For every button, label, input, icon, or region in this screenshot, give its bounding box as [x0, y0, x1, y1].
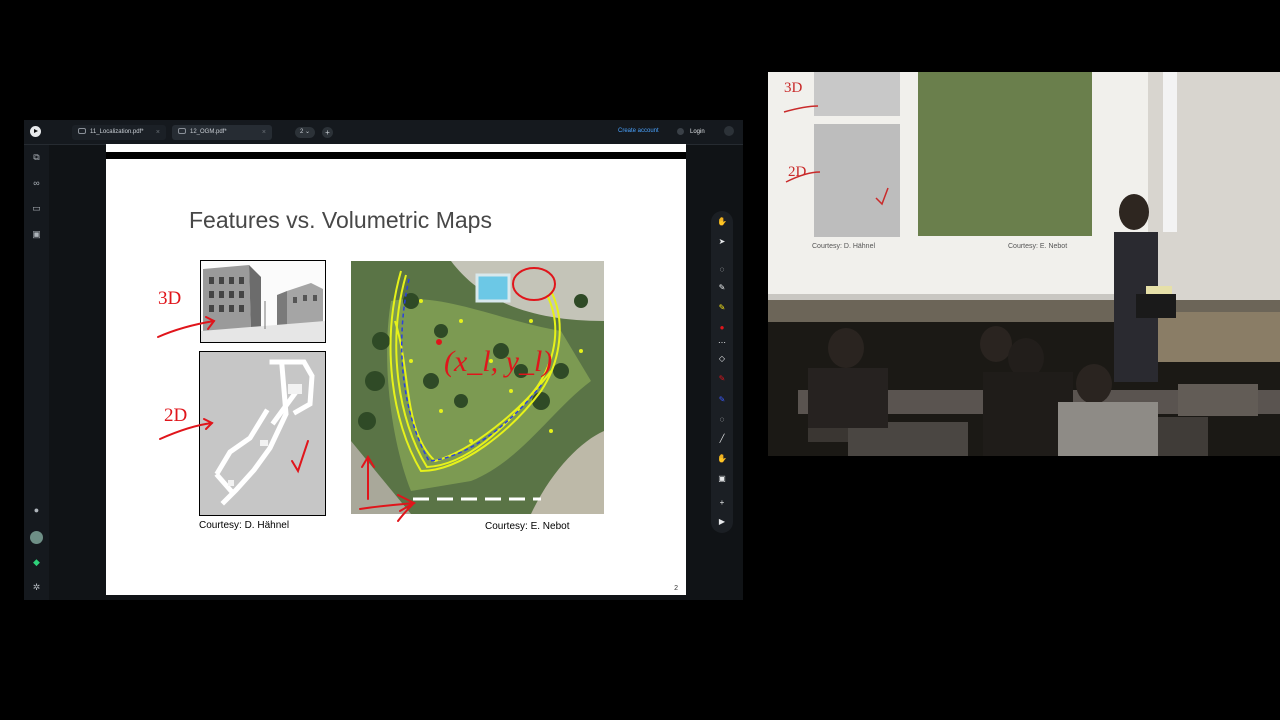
- fullscreen-icon[interactable]: [724, 126, 734, 136]
- binoculars-icon[interactable]: ∞: [31, 178, 42, 188]
- image-icon[interactable]: ▣: [717, 473, 727, 483]
- slide-page: Features vs. Volumetric Maps 3D 2D (x_l,…: [106, 159, 686, 595]
- projected-2d-label: 2D: [788, 164, 807, 180]
- moon-icon[interactable]: ●: [31, 505, 42, 515]
- settings-icon[interactable]: ✲: [31, 582, 42, 592]
- app-logo-icon[interactable]: [30, 126, 41, 137]
- top-bar: 11_Localization.pdf* × 12_OGM.pdf* × 2 ⌄…: [24, 120, 743, 145]
- present-icon[interactable]: ▶: [717, 516, 727, 526]
- projected-caption-left: Courtesy: D. Hähnel: [812, 243, 875, 250]
- user-icon: [677, 127, 684, 135]
- pointer-icon[interactable]: ➤: [717, 236, 727, 246]
- annotation-toolbar: ✋ ➤ ◌ ✎ ✎ ● ⋯ ◇ ✎ ✎ ◌ ╱ ✋ ▣ + ▶: [711, 211, 733, 533]
- previous-page-edge: [106, 144, 686, 152]
- projected-caption-right: Courtesy: E. Nebot: [1008, 243, 1067, 250]
- add-icon[interactable]: +: [717, 497, 727, 507]
- tab-label: 11_Localization.pdf*: [90, 129, 144, 135]
- tab-ogm[interactable]: 12_OGM.pdf* ×: [172, 125, 272, 140]
- cloud-icon: [178, 128, 186, 135]
- page-selector-value: 2: [299, 129, 304, 135]
- hand-icon[interactable]: ✋: [717, 216, 727, 226]
- page-number: 2: [674, 585, 678, 592]
- eraser-icon[interactable]: ◇: [717, 353, 727, 363]
- page-separator: [106, 152, 686, 159]
- presentation-icon[interactable]: ▭: [31, 203, 42, 213]
- layers-icon[interactable]: ◆: [31, 557, 42, 567]
- line-icon[interactable]: ╱: [717, 433, 727, 443]
- create-account-link[interactable]: Create account: [618, 128, 659, 134]
- caption-left: Courtesy: D. Hähnel: [199, 520, 290, 531]
- projected-3d-label: 3D: [784, 80, 803, 96]
- annotation-3d: 3D: [158, 288, 181, 309]
- add-tab-button[interactable]: +: [322, 127, 333, 138]
- tab-localization[interactable]: 11_Localization.pdf* ×: [72, 125, 166, 140]
- pdf-viewer-window: 11_Localization.pdf* × 12_OGM.pdf* × 2 ⌄…: [24, 120, 743, 600]
- marker-icon[interactable]: ✎: [717, 373, 727, 383]
- close-icon[interactable]: ×: [262, 125, 266, 140]
- more-icon[interactable]: ⋯: [717, 337, 727, 347]
- left-sidebar: ⧉ ∞ ▭ ▣ ● ◆ ✲: [24, 145, 49, 600]
- grab-icon[interactable]: ✋: [717, 453, 727, 463]
- lecture-video: 3D 2D Courtesy: D. Hähnel Courtesy: E. N…: [768, 72, 1280, 456]
- blue-pen-icon[interactable]: ✎: [717, 394, 727, 404]
- page-selector[interactable]: 2 ⌄: [295, 127, 315, 138]
- red-pen-icon[interactable]: ●: [717, 322, 727, 332]
- save-icon[interactable]: ▣: [31, 229, 42, 239]
- caption-right: Courtesy: E. Nebot: [485, 521, 570, 532]
- pages-icon[interactable]: ⧉: [31, 152, 42, 162]
- annotation-coords: (x_l, y_l): [444, 345, 552, 378]
- highlighter-icon[interactable]: ✎: [717, 302, 727, 312]
- annotation-2d: 2D: [164, 405, 187, 426]
- lasso-icon[interactable]: ◌: [717, 264, 727, 274]
- tab-label: 12_OGM.pdf*: [190, 129, 227, 135]
- speech-icon[interactable]: ◌: [717, 414, 727, 424]
- login-button[interactable]: Login: [677, 127, 705, 138]
- close-icon[interactable]: ×: [156, 125, 160, 140]
- avatar-icon[interactable]: [30, 531, 43, 544]
- cloud-icon: [78, 128, 86, 135]
- handwriting-annotations: 3D 2D (x_l, y_l): [157, 267, 556, 522]
- login-label: Login: [690, 129, 705, 135]
- pen-icon[interactable]: ✎: [717, 282, 727, 292]
